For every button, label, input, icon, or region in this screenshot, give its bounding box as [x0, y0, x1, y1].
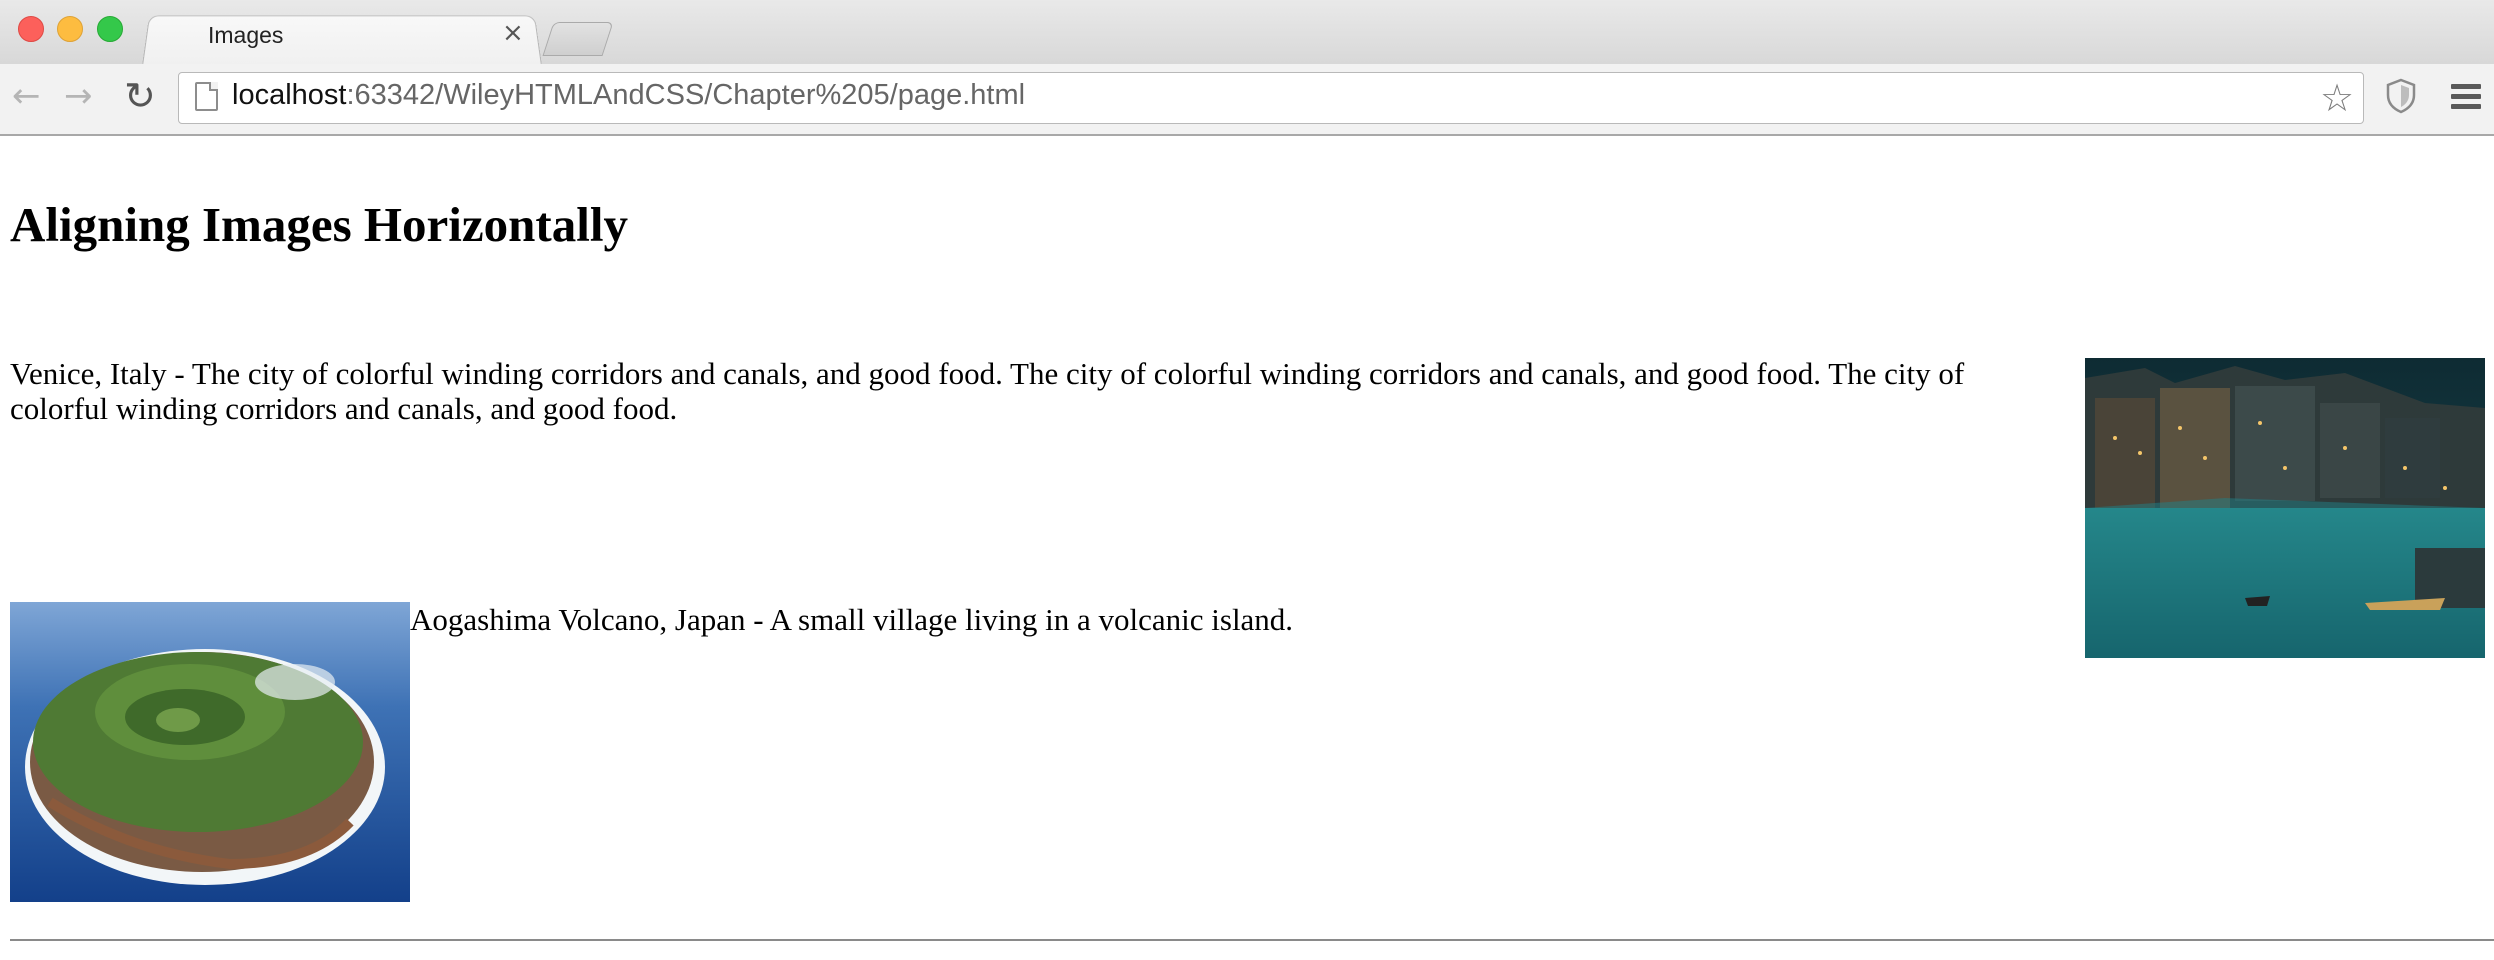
- window-close-button[interactable]: [18, 16, 44, 42]
- window-maximize-button[interactable]: [97, 16, 123, 42]
- page-heading: Aligning Images Horizontally: [10, 197, 628, 252]
- arrow-left-icon[interactable]: ←: [12, 76, 41, 116]
- hamburger-menu-icon[interactable]: [2451, 84, 2481, 110]
- star-icon[interactable]: ☆: [2320, 76, 2354, 120]
- url-text[interactable]: localhost:63342/WileyHTMLAndCSS/Chapter%…: [232, 79, 1025, 112]
- url-path: :63342/WileyHTMLAndCSS/Chapter%205/page.…: [346, 79, 1026, 111]
- url-host: localhost: [232, 79, 347, 111]
- aogashima-description: Aogashima Volcano, Japan - A small villa…: [410, 602, 1294, 637]
- tab-title: Images: [208, 22, 284, 48]
- reload-icon[interactable]: ↻: [124, 76, 156, 116]
- page-content: Aligning Images Horizontally Venice, Ita…: [0, 136, 2494, 960]
- arrow-right-icon[interactable]: →: [64, 76, 93, 116]
- tab-close-icon[interactable]: ×: [502, 18, 524, 48]
- tab-images[interactable]: [142, 15, 542, 66]
- page-icon: [195, 82, 218, 111]
- window-minimize-button[interactable]: [57, 16, 83, 42]
- aogashima-island-image: [10, 602, 410, 902]
- venice-canal-image: [2085, 358, 2485, 658]
- shield-icon[interactable]: [2385, 78, 2417, 114]
- new-tab-button[interactable]: [542, 22, 614, 56]
- horizontal-rule: [10, 939, 2494, 941]
- browser-chrome: Images × ← → ↻ localhost:63342/WileyHTML…: [0, 0, 2494, 136]
- venice-description: Venice, Italy - The city of colorful win…: [10, 356, 1965, 426]
